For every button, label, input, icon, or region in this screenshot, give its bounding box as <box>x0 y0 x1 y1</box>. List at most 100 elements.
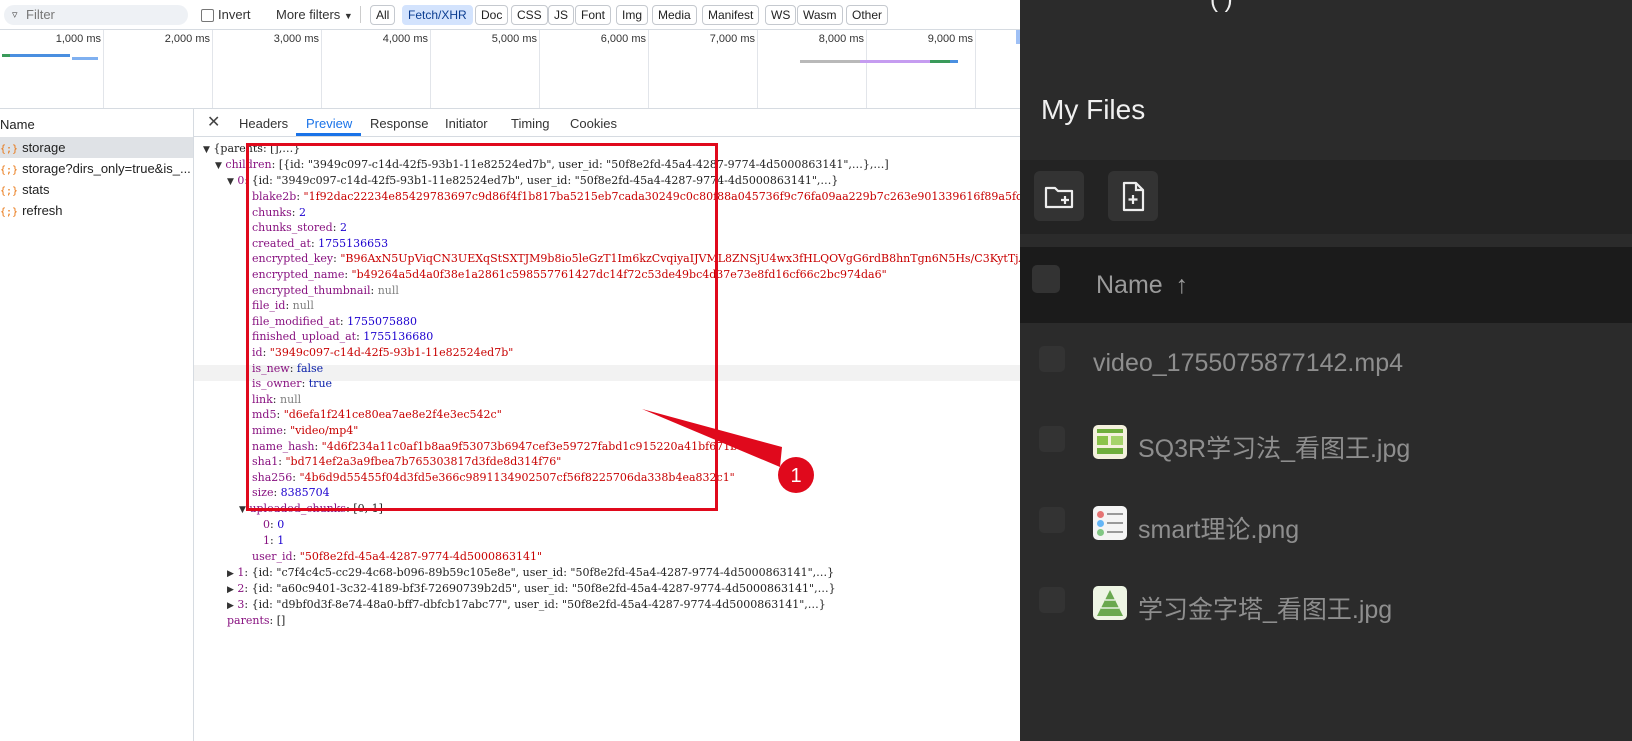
chip-css[interactable]: CSS <box>511 5 548 25</box>
tick-line <box>539 30 540 108</box>
new-file-button[interactable] <box>1108 171 1158 221</box>
chip-doc[interactable]: Doc <box>475 5 509 25</box>
table-row[interactable]: smart理论.png <box>1020 486 1632 562</box>
request-name: refresh <box>22 203 63 218</box>
timeline-overview[interactable]: 1,000 ms 2,000 ms 3,000 ms 4,000 ms 5,00… <box>0 30 1020 109</box>
name-sort-header[interactable]: Name ↑ <box>1096 271 1188 300</box>
tab-response[interactable]: Response <box>370 116 429 131</box>
chip-media[interactable]: Media <box>652 5 697 25</box>
json-item-1[interactable]: ▶ 1: {id: "c7f4c4c5-cc29-4c68-b096-89b59… <box>227 565 834 582</box>
row-checkbox[interactable] <box>1039 507 1065 533</box>
tab-cookies[interactable]: Cookies <box>570 116 617 131</box>
file-name[interactable]: smart理论.png <box>1138 510 1299 546</box>
arrow-up-icon: ↑ <box>1175 271 1189 299</box>
json-field: 1: 1 <box>263 534 285 547</box>
timeline-bar <box>800 60 860 63</box>
chip-wasm[interactable]: Wasm <box>797 5 843 25</box>
annotation-number: 1 <box>790 465 801 487</box>
chip-img[interactable]: Img <box>616 5 649 25</box>
collapse-triangle-icon: ▶ <box>227 601 234 611</box>
json-summary: {id: "c7f4c4c5-cc29-4c68-b096-89b59c105e… <box>251 566 835 579</box>
tick-line <box>975 30 976 108</box>
name-header-label: Name <box>1096 271 1163 299</box>
tick-label: 6,000 ms <box>600 33 646 45</box>
tick-line <box>103 30 104 108</box>
request-name: storage <box>22 140 66 155</box>
timeline-bar <box>930 60 950 63</box>
tab-headers[interactable]: Headers <box>239 116 288 131</box>
json-value: "50f8e2fd-45a4-4287-9774-4d5000863141" <box>299 550 543 563</box>
image-thumbnail <box>1093 506 1127 540</box>
tick-line <box>866 30 867 108</box>
expand-triangle-icon: ▼ <box>239 505 246 515</box>
tick-label: 4,000 ms <box>382 33 428 45</box>
more-filters-dropdown[interactable]: More filters ▼ <box>276 7 353 22</box>
json-value: 1 <box>277 534 285 547</box>
chip-manifest[interactable]: Manifest <box>702 5 760 25</box>
tab-preview[interactable]: Preview <box>306 116 352 131</box>
active-tab-indicator <box>296 133 361 136</box>
tick-line <box>430 30 431 108</box>
file-plus-icon <box>1122 181 1145 212</box>
tick-label: 9,000 ms <box>927 33 973 45</box>
json-summary: {id: "d9bf0d3f-8e74-48a0-bff7-dbfcb17abc… <box>251 598 826 611</box>
table-row[interactable]: 学习金字塔_看图王.jpg <box>1020 566 1632 642</box>
xhr-icon: {;} <box>0 186 19 197</box>
file-name[interactable]: 学习金字塔_看图王.jpg <box>1138 590 1392 626</box>
chip-other[interactable]: Other <box>846 5 889 25</box>
new-folder-button[interactable] <box>1034 171 1084 221</box>
json-item-2[interactable]: ▶ 2: {id: "a60c9401-3c32-4189-bf3f-72690… <box>227 581 836 598</box>
request-name: storage?dirs_only=true&is_... <box>22 161 191 176</box>
folder-plus-icon <box>1044 186 1074 209</box>
tick-label: 5,000 ms <box>491 33 537 45</box>
invert-checkbox[interactable] <box>201 9 214 22</box>
tick-line <box>648 30 649 108</box>
tick-label: 1,000 ms <box>55 33 101 45</box>
file-name[interactable]: SQ3R学习法_看图王.jpg <box>1138 429 1410 465</box>
close-icon[interactable]: ✕ <box>207 112 220 132</box>
chip-js[interactable]: JS <box>548 5 575 25</box>
request-item[interactable]: {;} refresh <box>0 200 193 221</box>
table-row[interactable]: SQ3R学习法_看图王.jpg <box>1020 405 1632 481</box>
row-checkbox[interactable] <box>1039 426 1065 452</box>
request-item[interactable]: {;} stats <box>0 179 193 200</box>
chip-fetch-xhr[interactable]: Fetch/XHR <box>402 5 473 25</box>
json-value: 0 <box>277 518 285 531</box>
file-name[interactable]: video_1755075877142.mp4 <box>1093 349 1403 378</box>
chevron-down-icon: ▼ <box>343 11 353 21</box>
image-thumbnail <box>1093 586 1127 620</box>
timeline-bar <box>860 60 930 63</box>
filter-bar: ▿ Filter Invert More filters ▼ All Fetch… <box>0 0 1020 30</box>
json-key: 1 <box>263 534 270 547</box>
tab-initiator[interactable]: Initiator <box>445 116 488 131</box>
request-item[interactable]: {;} storage?dirs_only=true&is_... <box>0 158 193 179</box>
request-item[interactable]: {;} storage <box>0 137 193 158</box>
tick-label: 2,000 ms <box>164 33 210 45</box>
collapse-triangle-icon: ▶ <box>227 585 234 595</box>
json-item-3[interactable]: ▶ 3: {id: "d9bf0d3f-8e74-48a0-bff7-dbfcb… <box>227 597 826 614</box>
timeline-bar <box>10 54 70 57</box>
chip-ws[interactable]: WS <box>765 5 797 25</box>
divider <box>360 6 361 23</box>
chip-font[interactable]: Font <box>575 5 612 25</box>
tick-label: 8,000 ms <box>818 33 864 45</box>
filter-icon: ▿ <box>12 9 18 21</box>
tick-line <box>757 30 758 108</box>
json-field: user_id: "50f8e2fd-45a4-4287-9774-4d5000… <box>252 550 543 563</box>
top-partial-text: ( ) <box>1210 0 1233 14</box>
json-summary: {id: "a60c9401-3c32-4189-bf3f-72690739b2… <box>251 582 836 595</box>
timeline-bar <box>950 60 958 63</box>
tab-timing[interactable]: Timing <box>511 116 550 131</box>
select-all-checkbox[interactable] <box>1032 265 1060 293</box>
devtools-panel: ▿ Filter Invert More filters ▼ All Fetch… <box>0 0 1020 741</box>
xhr-icon: {;} <box>0 207 19 218</box>
tick-label: 3,000 ms <box>273 33 319 45</box>
expand-triangle-icon: ▼ <box>215 161 222 171</box>
row-checkbox[interactable] <box>1039 346 1065 372</box>
json-parents: parents: [] <box>227 614 286 627</box>
name-column-header[interactable]: Name <box>0 117 35 132</box>
page-title: My Files <box>1041 94 1146 125</box>
row-checkbox[interactable] <box>1039 587 1065 613</box>
table-row[interactable]: video_1755075877142.mp4 <box>1020 325 1632 401</box>
chip-all[interactable]: All <box>370 5 396 25</box>
